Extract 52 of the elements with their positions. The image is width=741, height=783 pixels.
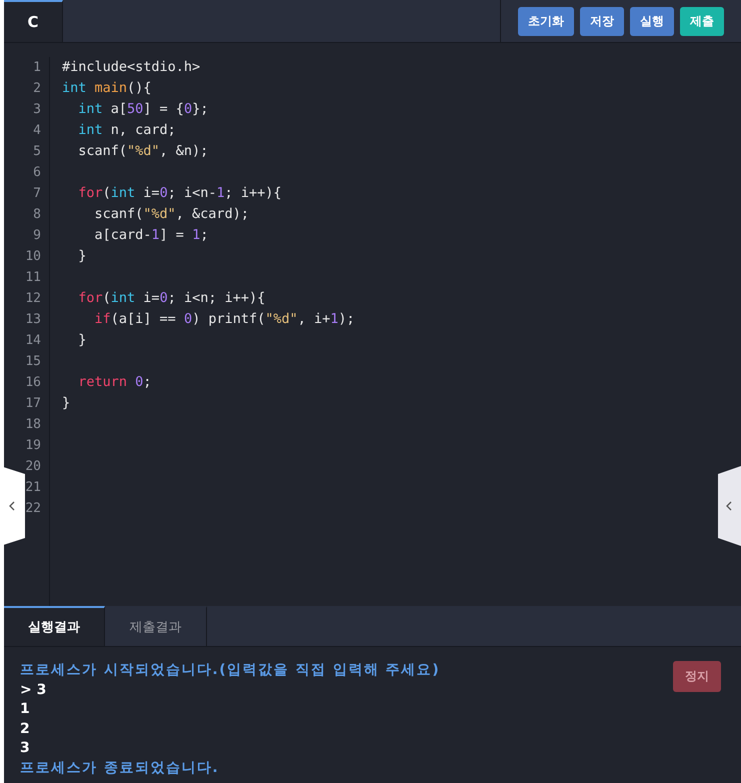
console-output: > 3: [20, 680, 46, 700]
toolbar-button[interactable]: 초기화: [518, 6, 574, 36]
status-message: 프로세스가 종료되었습니다.: [20, 758, 220, 778]
console-output: 2: [20, 720, 30, 738]
line-number: 9: [33, 227, 41, 245]
chevron-left-icon: [726, 501, 733, 511]
line-number: 7: [33, 185, 41, 203]
line-number: 3: [33, 101, 41, 119]
code-line: scanf("%d", &n);: [77, 142, 210, 161]
line-number: 10: [25, 248, 41, 266]
code-line: return 0;: [77, 373, 152, 392]
line-number: 20: [25, 458, 41, 476]
code-line: scanf("%d", &card);: [94, 205, 250, 224]
code-line: int n, card;: [77, 121, 177, 140]
line-number: 22: [25, 500, 41, 518]
chevron-left-icon: [9, 501, 16, 511]
code-line: int main(){: [62, 79, 152, 98]
result-tab[interactable]: 제출결과: [105, 606, 207, 646]
language-tab[interactable]: C: [4, 0, 63, 42]
line-number: 18: [25, 416, 41, 434]
stop-button[interactable]: 정지: [673, 661, 721, 692]
code-line: for(int i=0; i<n; i++){: [77, 289, 266, 308]
console-output: 3: [20, 739, 30, 758]
toolbar-button[interactable]: 저장: [580, 6, 624, 36]
line-number: 2: [33, 80, 41, 98]
line-number: 19: [25, 437, 41, 455]
code-line: }: [77, 331, 88, 350]
code-line: int a[50] = {0};: [77, 100, 210, 119]
console-output: 1: [20, 700, 30, 719]
code-line: a[card-1] = 1;: [94, 226, 210, 245]
line-number: 8: [33, 206, 41, 224]
line-number: 11: [25, 269, 41, 287]
submit-button[interactable]: 제출: [680, 6, 724, 36]
line-number: 4: [33, 122, 41, 140]
line-number: 15: [25, 353, 41, 371]
line-number: 14: [25, 332, 41, 350]
line-number: 21: [25, 479, 41, 497]
code-line: if(a[i] == 0) printf("%d", i+1);: [94, 310, 355, 329]
line-number: 16: [25, 374, 41, 392]
line-number: 6: [33, 164, 41, 182]
result-tab[interactable]: 실행결과: [4, 606, 105, 646]
line-number: 1: [33, 59, 41, 77]
code-line: }: [62, 394, 72, 413]
line-number: 5: [33, 143, 41, 161]
code-line: }: [77, 247, 88, 266]
line-number: 12: [25, 290, 41, 308]
line-number: 17: [25, 395, 41, 413]
line-number: 13: [25, 311, 41, 329]
toolbar-button[interactable]: 실행: [630, 6, 674, 36]
code-line: #include<stdio.h>: [62, 58, 202, 77]
status-message: 프로세스가 시작되었습니다.(입력값을 직접 입력해 주세요): [20, 661, 440, 680]
code-line: for(int i=0; i<n-1; i++){: [77, 184, 283, 203]
